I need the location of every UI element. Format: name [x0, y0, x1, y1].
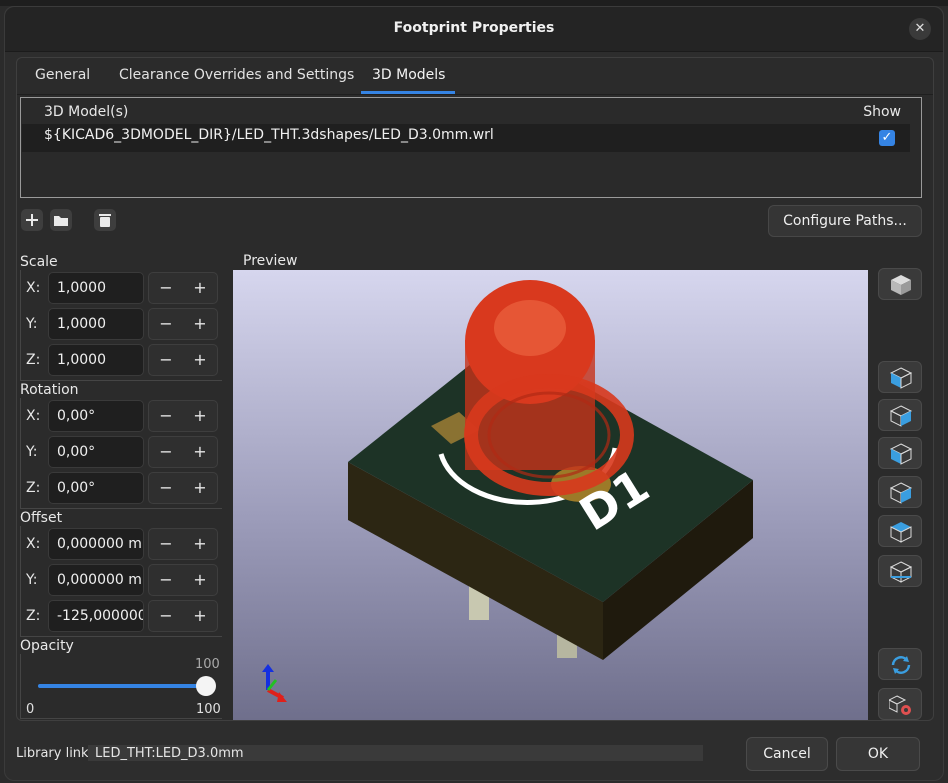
opacity-value: 100	[195, 657, 220, 672]
plus-icon[interactable]	[21, 209, 43, 231]
view-left-icon[interactable]	[878, 437, 922, 469]
rotation-x-spinner[interactable]: − +	[148, 400, 218, 432]
view-bottom-icon[interactable]	[878, 555, 922, 587]
rotation-x-field[interactable]: 0,00°	[48, 400, 144, 432]
opacity-slider-track[interactable]	[38, 684, 206, 688]
offset-z-field[interactable]: -125,000000	[48, 600, 144, 632]
offset-group-border	[20, 526, 21, 636]
scale-y-field[interactable]: 1,0000	[48, 308, 144, 340]
offset-label: Offset	[20, 510, 63, 526]
scale-z-label: Z:	[26, 352, 41, 368]
rotation-group-border	[20, 398, 21, 508]
model-path[interactable]: ${KICAD6_3DMODEL_DIR}/LED_THT.3dshapes/L…	[44, 127, 494, 143]
minus-icon[interactable]: −	[149, 606, 183, 625]
minus-icon[interactable]: −	[149, 406, 183, 425]
plus-icon[interactable]: +	[183, 278, 217, 297]
scale-label: Scale	[20, 254, 58, 270]
view-top-icon[interactable]	[878, 515, 922, 547]
plus-icon[interactable]: +	[183, 442, 217, 461]
rotation-z-field[interactable]: 0,00°	[48, 472, 144, 504]
3d-preview-canvas[interactable]: D1	[233, 270, 868, 720]
offset-z-label: Z:	[26, 608, 41, 624]
model-list[interactable]: 3D Model(s) Show ${KICAD6_3DMODEL_DIR}/L…	[20, 97, 922, 198]
rotation-label: Rotation	[20, 382, 79, 398]
rotation-y-label: Y:	[26, 444, 38, 460]
preview-label: Preview	[243, 253, 298, 269]
scale-x-spinner[interactable]: − +	[148, 272, 218, 304]
scale-x-label: X:	[26, 280, 41, 296]
minus-icon[interactable]: −	[149, 278, 183, 297]
active-tab-indicator	[361, 91, 455, 94]
show-column-header: Show	[863, 104, 901, 120]
library-link-value: LED_THT:LED_D3.0mm	[95, 746, 244, 761]
minus-icon[interactable]: −	[149, 350, 183, 369]
title-bar: Footprint Properties ✕	[5, 7, 943, 52]
plus-icon[interactable]: +	[183, 478, 217, 497]
iso-cube-icon[interactable]	[878, 268, 922, 300]
minus-icon[interactable]: −	[149, 442, 183, 461]
tab-3d-models[interactable]: 3D Models	[372, 67, 445, 83]
list-item[interactable]: ${KICAD6_3DMODEL_DIR}/LED_THT.3dshapes/L…	[22, 124, 910, 152]
rotation-z-spinner[interactable]: − +	[148, 472, 218, 504]
tab-bar: General Clearance Overrides and Settings…	[17, 58, 933, 95]
model-column-header: 3D Model(s)	[44, 104, 129, 120]
opacity-max: 100	[196, 702, 221, 717]
scale-group-bottom	[20, 380, 222, 381]
offset-x-field[interactable]: 0,000000 mi	[48, 528, 144, 560]
reload-icon[interactable]	[878, 648, 922, 680]
view-front-icon[interactable]	[878, 361, 922, 393]
folder-icon[interactable]	[50, 209, 72, 231]
rotation-x-label: X:	[26, 408, 41, 424]
ok-button[interactable]: OK	[836, 737, 920, 771]
plus-icon[interactable]: +	[183, 406, 217, 425]
rotation-y-spinner[interactable]: − +	[148, 436, 218, 468]
opacity-slider-handle[interactable]	[196, 676, 216, 696]
scale-z-spinner[interactable]: − +	[148, 344, 218, 376]
rotation-group-bottom	[20, 508, 222, 509]
rotation-z-label: Z:	[26, 480, 41, 496]
scale-group-border	[20, 270, 21, 380]
plus-icon[interactable]: +	[183, 606, 217, 625]
scale-z-field[interactable]: 1,0000	[48, 344, 144, 376]
opacity-label: Opacity	[20, 638, 74, 654]
plus-icon[interactable]: +	[183, 314, 217, 333]
offset-x-spinner[interactable]: − +	[148, 528, 218, 560]
opacity-min: 0	[26, 702, 35, 717]
cancel-button[interactable]: Cancel	[746, 737, 828, 771]
offset-y-spinner[interactable]: − +	[148, 564, 218, 596]
settings-gear-icon[interactable]	[878, 688, 922, 720]
trash-icon[interactable]	[94, 209, 116, 231]
minus-icon[interactable]: −	[149, 478, 183, 497]
axis-z-arrow	[262, 664, 274, 672]
rotation-y-field[interactable]: 0,00°	[48, 436, 144, 468]
plus-icon[interactable]: +	[183, 534, 217, 553]
offset-z-spinner[interactable]: − +	[148, 600, 218, 632]
opacity-group-bottom	[20, 718, 222, 719]
tab-clearance[interactable]: Clearance Overrides and Settings	[119, 67, 354, 83]
offset-y-field[interactable]: 0,000000 mi	[48, 564, 144, 596]
3d-led-render: D1	[262, 280, 753, 702]
tab-general[interactable]: General	[35, 67, 90, 83]
minus-icon[interactable]: −	[149, 570, 183, 589]
led-highlight	[494, 300, 566, 356]
close-icon[interactable]: ✕	[909, 18, 931, 40]
view-right-icon[interactable]	[878, 476, 922, 508]
opacity-group-border	[20, 654, 21, 718]
configure-paths-button[interactable]: Configure Paths...	[768, 205, 922, 237]
scale-x-field[interactable]: 1,0000	[48, 272, 144, 304]
minus-icon[interactable]: −	[149, 534, 183, 553]
offset-y-label: Y:	[26, 572, 38, 588]
plus-icon[interactable]: +	[183, 570, 217, 589]
show-checkbox[interactable]: ✓	[879, 130, 895, 146]
minus-icon[interactable]: −	[149, 314, 183, 333]
view-back-icon[interactable]	[878, 399, 922, 431]
offset-group-bottom	[20, 636, 222, 637]
offset-x-label: X:	[26, 536, 41, 552]
scale-y-spinner[interactable]: − +	[148, 308, 218, 340]
scale-y-label: Y:	[26, 316, 38, 332]
plus-icon[interactable]: +	[183, 350, 217, 369]
dialog-title: Footprint Properties	[393, 20, 555, 36]
library-link-label: Library link:	[16, 746, 93, 761]
